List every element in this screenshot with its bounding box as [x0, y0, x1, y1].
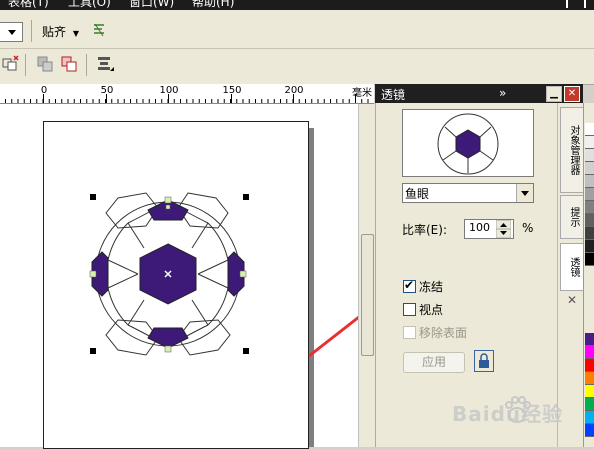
toolbar-separator [25, 54, 26, 76]
tab-object-manager-label: 对象管理器 [568, 125, 579, 175]
viewpoint-label: 视点 [419, 303, 444, 317]
color-swatch[interactable] [585, 123, 594, 136]
selection-handle[interactable] [90, 348, 96, 354]
color-swatch[interactable] [585, 253, 594, 266]
zoom-combo[interactable] [0, 22, 23, 42]
lens-type-value: 鱼眼 [405, 187, 430, 201]
lens-type-select[interactable]: 鱼眼 [402, 183, 534, 203]
color-swatch[interactable] [585, 201, 594, 214]
align-distribute-icon[interactable] [96, 55, 116, 75]
menubar: 表格(T) 工具(O) 窗口(W) 帮助(H) [0, 0, 594, 10]
window-control-icon[interactable] [584, 0, 586, 8]
rate-unit: % [522, 221, 534, 235]
soccer-ball-lens-object[interactable] [78, 188, 268, 360]
menu-table[interactable]: 表格(T) [8, 0, 49, 9]
toolbar-separator [86, 54, 87, 76]
snap-label: 贴齐 [42, 25, 67, 39]
break-apart-icon[interactable] [2, 55, 20, 73]
vertical-scrollbar[interactable] [358, 104, 375, 447]
color-swatch[interactable] [585, 346, 594, 359]
lock-button[interactable] [474, 350, 494, 372]
property-toolbar [0, 10, 594, 49]
preview-ball-icon [437, 113, 499, 175]
close-icon[interactable]: ✕ [564, 86, 580, 102]
viewpoint-checkbox[interactable] [403, 303, 416, 316]
ruler-label: 100 [159, 85, 179, 96]
ruler-label: 200 [284, 85, 304, 96]
snap-button[interactable]: 贴齐 ▼ [42, 23, 79, 40]
tab-hints[interactable]: 提示 [560, 195, 584, 239]
menu-help[interactable]: 帮助(H) [192, 0, 234, 9]
color-swatch[interactable] [585, 372, 594, 385]
chevron-down-icon: ▼ [72, 29, 79, 38]
trim-icon[interactable] [60, 55, 78, 73]
color-swatch[interactable] [585, 162, 594, 175]
dynamic-guides-icon[interactable] [92, 22, 106, 38]
selection-handle[interactable] [243, 194, 249, 200]
watermark-text: Baidu经验 [452, 402, 564, 426]
lock-icon [479, 353, 489, 368]
apply-button[interactable]: 应用 [403, 352, 465, 373]
color-swatch[interactable] [585, 149, 594, 162]
watermark: Baidu经验 [452, 392, 594, 432]
color-swatch[interactable] [585, 214, 594, 227]
chevron-down-icon[interactable] [516, 184, 533, 202]
selection-handle[interactable] [90, 194, 96, 200]
tab-object-manager[interactable]: 对象管理器 [560, 107, 584, 193]
menu-tools[interactable]: 工具(O) [68, 0, 111, 9]
menu-window[interactable]: 窗口(W) [129, 0, 174, 9]
rate-value: 100 [469, 221, 490, 234]
minimize-icon[interactable]: ▁ [546, 86, 562, 102]
color-swatch[interactable] [585, 175, 594, 188]
remove-face-checkbox[interactable] [403, 326, 416, 339]
ruler-label: 50 [100, 85, 114, 96]
color-swatch[interactable] [585, 188, 594, 201]
tab-lens[interactable]: 透镜 [560, 243, 584, 291]
ruler-label: 150 [222, 85, 242, 96]
docker-title: 透镜 [381, 88, 406, 102]
color-swatch[interactable] [585, 359, 594, 372]
freeze-label: 冻结 [419, 280, 444, 294]
weld-icon[interactable] [36, 55, 54, 73]
color-swatch[interactable] [585, 136, 594, 149]
ruler-label: 0 [40, 85, 48, 96]
lens-preview [402, 109, 534, 177]
remove-face-label: 移除表面 [419, 326, 468, 340]
arrange-toolbar [0, 49, 594, 85]
chevron-double-right-icon[interactable]: » [499, 86, 506, 100]
rate-label: 比率(E): [402, 223, 447, 237]
tab-hints-label: 提示 [568, 207, 579, 227]
docker-titlebar: 透镜 » ▁ ✕ [375, 84, 583, 103]
ruler-units: 毫米 [352, 88, 372, 99]
selection-handle[interactable] [243, 348, 249, 354]
color-swatch[interactable] [585, 333, 594, 346]
tab-lens-label: 透镜 [568, 257, 579, 277]
color-swatch[interactable] [585, 240, 594, 253]
window-control-icon[interactable] [566, 0, 568, 8]
toolbar-separator [31, 20, 32, 42]
horizontal-ruler[interactable]: 0 50 100 150 200 毫米 [0, 84, 374, 104]
ruler-ticks [5, 94, 369, 103]
close-icon[interactable]: ✕ [567, 293, 577, 307]
rate-spinner[interactable] [496, 220, 511, 238]
scrollbar-thumb[interactable] [361, 234, 374, 356]
color-swatch[interactable] [585, 227, 594, 240]
freeze-checkbox[interactable] [403, 278, 416, 293]
